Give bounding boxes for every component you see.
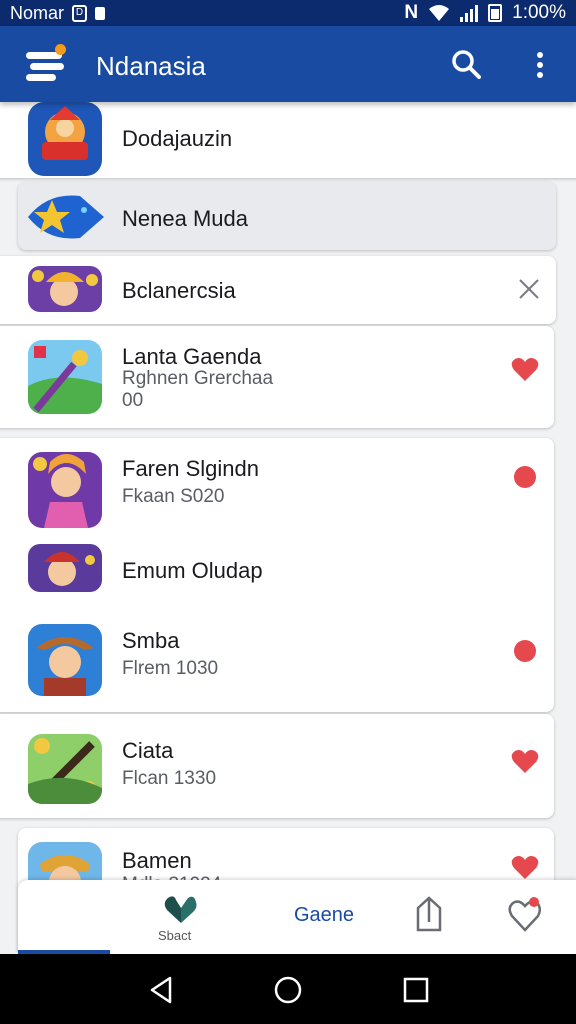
game-subtitle: Flcan 1330: [122, 768, 217, 789]
battery-icon: [488, 4, 503, 22]
recents-icon[interactable]: [400, 974, 432, 1006]
game-icon-warrior: [28, 266, 102, 312]
system-nav-bar: [0, 954, 576, 1024]
game-subtitle: Fkaan S020: [122, 486, 225, 507]
game-name: Nenea Muda: [122, 206, 248, 231]
status-time: 1:00%: [512, 2, 566, 23]
game-name: Bclanercsia: [122, 278, 236, 303]
game-name: Emum Oludap: [122, 558, 263, 583]
game-name: Faren Slgindn: [122, 456, 259, 481]
game-icon-cowboy: [28, 624, 102, 696]
game-name: Ciata: [122, 738, 174, 763]
share-icon[interactable]: [414, 894, 444, 934]
heart-icon[interactable]: [511, 638, 539, 664]
game-icon-fairy: [28, 452, 102, 528]
home-nav-label[interactable]: Sbact: [158, 928, 191, 943]
nav-active-indicator: [18, 950, 110, 954]
game-subtitle: Flrem 1030: [122, 658, 219, 679]
game-list: Dodajauzin Nenea Muda Bclanercsia Lanta …: [0, 102, 576, 952]
menu-logo-icon[interactable]: [26, 44, 68, 84]
back-icon[interactable]: [146, 974, 178, 1006]
favorites-icon[interactable]: [508, 894, 542, 934]
game-name: Smba: [122, 628, 180, 653]
nfc-icon: N: [404, 2, 419, 23]
home-icon[interactable]: [272, 974, 304, 1006]
bottom-nav: Sbact Gaene: [18, 880, 576, 954]
heart-icon[interactable]: [511, 854, 539, 880]
page-title: Ndanasia: [96, 51, 206, 81]
home-heart-icon[interactable]: [164, 894, 198, 924]
notification-d-icon: D: [72, 4, 88, 22]
signal-icon: [460, 4, 479, 22]
app-bar: Ndanasia: [0, 26, 576, 102]
status-bar: Nomar D N 1:00%: [0, 0, 576, 26]
game-name: Dodajauzin: [122, 126, 233, 151]
games-nav-tab[interactable]: Gaene: [294, 904, 354, 927]
wifi-icon: [429, 5, 450, 21]
heart-icon[interactable]: [511, 356, 539, 382]
heart-icon[interactable]: [511, 748, 539, 774]
clipboard-icon: [95, 6, 106, 20]
more-vert-icon[interactable]: [528, 50, 552, 80]
game-icon-landscape: [28, 340, 102, 414]
game-subtitle: Rghnen Grerchaa: [122, 368, 274, 389]
heart-icon[interactable]: [511, 464, 539, 490]
game-extra: 00: [122, 390, 144, 411]
carrier-label: Nomar: [10, 2, 65, 23]
game-icon-pirate: [28, 544, 102, 592]
search-icon[interactable]: [450, 48, 482, 80]
close-icon[interactable]: [516, 276, 542, 302]
game-icon-hunter: [28, 734, 102, 804]
game-name: Bamen: [122, 848, 192, 873]
game-icon-festival: [28, 102, 102, 176]
game-icon-star-fish: [28, 190, 104, 244]
game-name: Lanta Gaenda: [122, 344, 262, 369]
